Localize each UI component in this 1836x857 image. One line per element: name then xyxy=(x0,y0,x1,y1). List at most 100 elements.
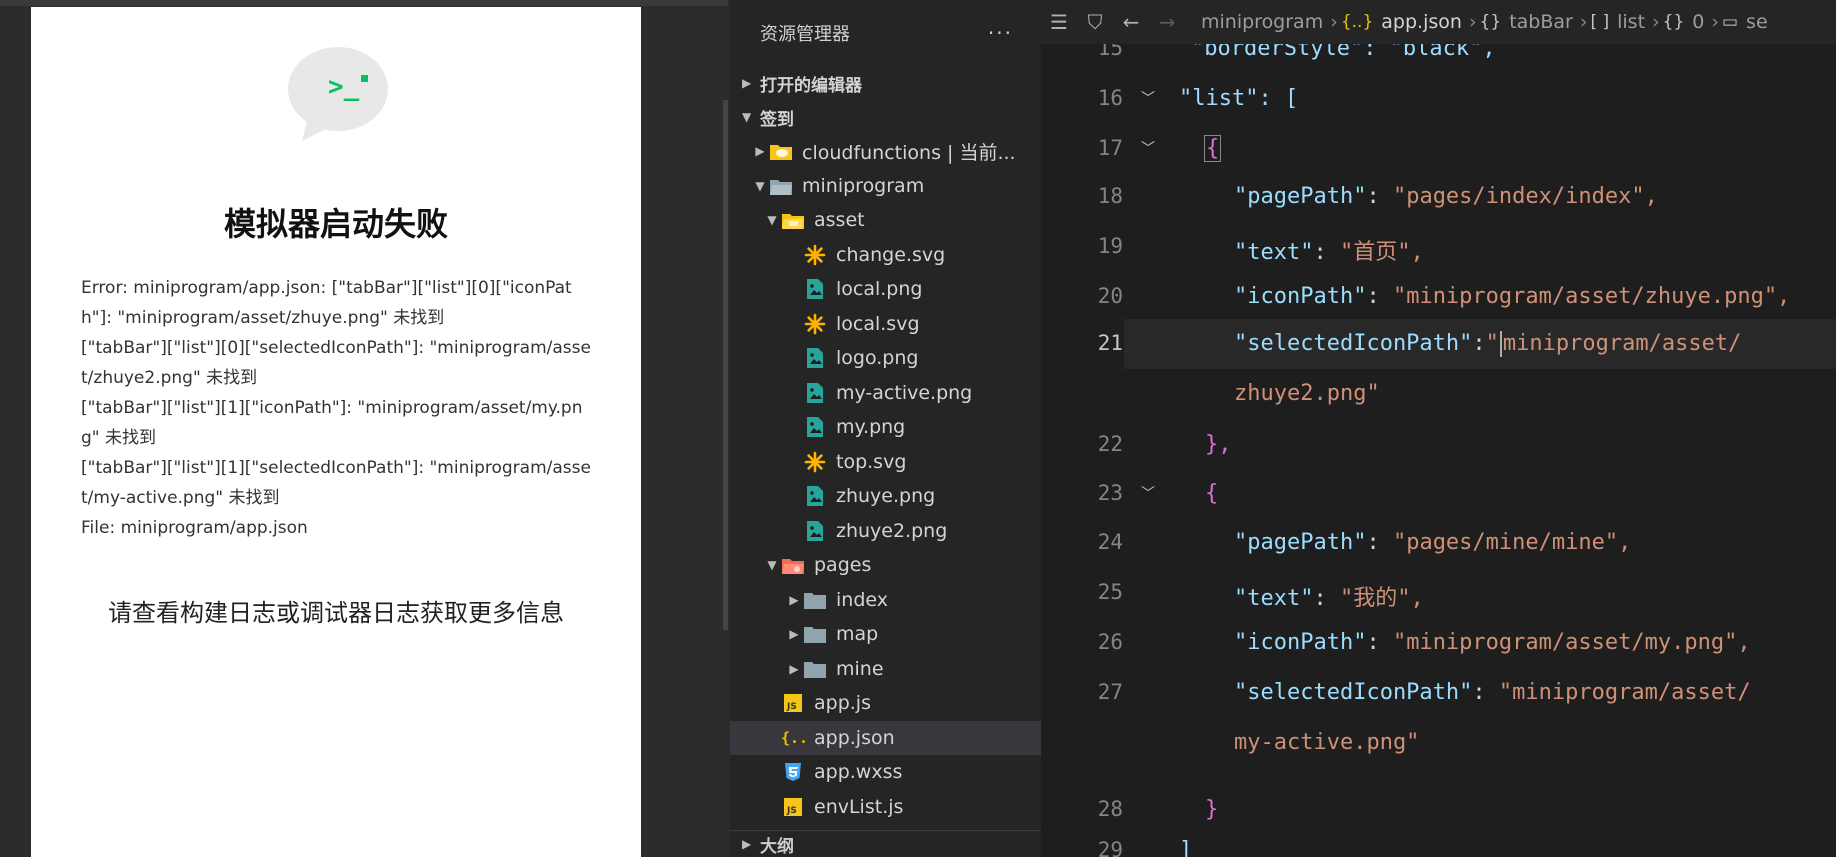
fold-chevron-icon[interactable]: ﹀ xyxy=(1141,88,1155,108)
chevron-down-icon[interactable]: ▼ xyxy=(764,213,780,227)
json-value: zhuye2.png" xyxy=(1234,381,1380,406)
image-file-icon xyxy=(802,382,828,404)
json-key: "pagePath" xyxy=(1234,530,1367,555)
chevron-down-icon[interactable]: ▼ xyxy=(752,179,768,193)
json-key: "iconPath" xyxy=(1234,630,1367,655)
code-line: 17 ﹀ { xyxy=(1041,124,1836,174)
fold-chevron-icon[interactable]: ﹀ xyxy=(1141,483,1155,503)
line-number: 22 xyxy=(1097,432,1123,456)
svg-file-icon xyxy=(802,313,828,335)
editor-toolbar: ☰ ⛉ ← → miniprogram › {..} app.json › {}… xyxy=(1041,0,1836,44)
breadcrumb-index[interactable]: 0 xyxy=(1692,11,1704,33)
explorer-header: 资源管理器 ··· xyxy=(730,0,1041,66)
file-tree-item[interactable]: my-active.png xyxy=(730,376,1041,411)
file-tree-item[interactable]: local.svg xyxy=(730,307,1041,342)
file-tree-item[interactable]: ▶ cloudfunctions | 当前... xyxy=(730,134,1041,169)
code-area[interactable]: 15 "borderStyle": "black", 16 ﹀ "list": … xyxy=(1041,44,1836,857)
file-tree-item[interactable]: ▶ mine xyxy=(730,652,1041,687)
file-tree-item[interactable]: ▼ asset xyxy=(730,203,1041,238)
json-value: miniprogram/asset/ xyxy=(1502,331,1742,356)
fold-chevron-icon[interactable]: ﹀ xyxy=(1141,138,1155,158)
chevron-right-icon: › xyxy=(1330,11,1338,33)
css-file-icon xyxy=(780,761,806,783)
code-line: 23 ﹀ { xyxy=(1041,469,1836,519)
chevron-down-icon[interactable]: ▼ xyxy=(764,558,780,572)
file-tree-label: pages xyxy=(814,554,872,577)
image-file-icon xyxy=(802,347,828,369)
simulator-error-message: Error: miniprogram/app.json: ["tabBar"][… xyxy=(81,273,601,543)
file-tree-item[interactable]: {..} app.json xyxy=(730,720,1041,755)
code-text: { xyxy=(1205,481,1219,506)
json-value: "我的", xyxy=(1339,586,1424,611)
file-tree-item[interactable]: my.png xyxy=(730,410,1041,445)
breadcrumb-field[interactable]: se xyxy=(1746,11,1768,33)
simulator-panel: >_ 模拟器启动失败 Error: miniprogram/app.json: … xyxy=(0,0,728,857)
breadcrumb-file[interactable]: app.json xyxy=(1381,11,1462,33)
svg-text:JS: JS xyxy=(786,806,797,816)
image-file-icon xyxy=(802,485,828,507)
chevron-right-icon[interactable]: ▶ xyxy=(786,662,802,676)
section-project[interactable]: ▼ 签到 xyxy=(730,100,1041,134)
asset-folder-icon xyxy=(780,209,806,231)
explorer-panel: 资源管理器 ··· ▶ 打开的编辑器 ▼ 签到 ▶ cloudfunctions … xyxy=(730,0,1041,857)
breadcrumb-list[interactable]: list xyxy=(1617,11,1645,33)
json-key: "text" xyxy=(1234,240,1314,265)
back-arrow-icon[interactable]: ← xyxy=(1113,10,1149,34)
section-outline[interactable]: ▶ 大纲 xyxy=(730,830,1041,857)
code-line: 26 "iconPath": "miniprogram/asset/my.png… xyxy=(1041,618,1836,668)
code-text: "list": [ xyxy=(1179,86,1299,111)
file-tree-item[interactable]: top.svg xyxy=(730,445,1041,480)
chevron-right-icon[interactable]: ▶ xyxy=(786,593,802,607)
simulator-scrollbar[interactable] xyxy=(723,100,728,630)
breadcrumb-root[interactable]: miniprogram xyxy=(1201,11,1323,33)
section-label: 打开的编辑器 xyxy=(760,75,862,96)
colon: : xyxy=(1313,586,1340,611)
svg-text:{..}: {..} xyxy=(781,729,805,747)
file-tree-item[interactable]: JS app.js xyxy=(730,686,1041,721)
colon: : xyxy=(1366,630,1393,655)
chevron-right-icon[interactable]: ▶ xyxy=(786,627,802,641)
file-tree-label: zhuye.png xyxy=(836,485,936,508)
chevron-right-icon: › xyxy=(1652,11,1660,33)
section-open-editors[interactable]: ▶ 打开的编辑器 xyxy=(730,66,1041,100)
file-tree-item[interactable]: JS envList.js xyxy=(730,790,1041,825)
colon: : xyxy=(1472,331,1486,356)
folder-icon xyxy=(802,623,828,645)
file-tree-item[interactable]: app.wxss xyxy=(730,755,1041,790)
json-value: "miniprogram/asset/my.png", xyxy=(1392,630,1751,655)
file-tree-label: index xyxy=(836,588,888,611)
folder-open-icon xyxy=(768,175,794,197)
forward-arrow-icon[interactable]: → xyxy=(1149,10,1185,34)
more-actions-icon[interactable]: ··· xyxy=(988,21,1013,45)
pages-folder-icon xyxy=(780,554,806,576)
list-icon[interactable]: ☰ xyxy=(1041,10,1077,34)
file-tree-label: logo.png xyxy=(836,347,919,370)
json-value: "pages/index/index", xyxy=(1392,184,1658,209)
file-tree-item[interactable]: logo.png xyxy=(730,341,1041,376)
terminal-bubble-icon: >_ xyxy=(286,45,390,145)
js-file-icon: JS xyxy=(780,692,806,714)
file-tree-item[interactable]: ▶ index xyxy=(730,583,1041,618)
file-tree-label: app.wxss xyxy=(814,761,903,784)
file-tree-label: mine xyxy=(836,657,884,680)
file-tree-label: miniprogram xyxy=(802,174,925,197)
file-tree-item[interactable]: ▶ map xyxy=(730,617,1041,652)
file-tree-item[interactable]: local.png xyxy=(730,272,1041,307)
file-tree-item[interactable]: zhuye2.png xyxy=(730,514,1041,549)
error-line: ["tabBar"]["list"][0]["selectedIconPath"… xyxy=(81,338,591,388)
code-line: 18 "pagePath": "pages/index/index", xyxy=(1041,172,1836,222)
breadcrumb-tabbar[interactable]: tabBar xyxy=(1509,11,1573,33)
file-tree-item[interactable]: change.svg xyxy=(730,238,1041,273)
bookmark-icon[interactable]: ⛉ xyxy=(1077,10,1113,34)
file-tree-item[interactable]: ▼ miniprogram xyxy=(730,169,1041,204)
code-line: 15 "borderStyle": "black", xyxy=(1041,44,1836,74)
chevron-right-icon[interactable]: ▶ xyxy=(752,144,768,158)
image-file-icon xyxy=(802,416,828,438)
file-tree-label: asset xyxy=(814,209,865,232)
json-value: "pages/mine/mine", xyxy=(1392,530,1632,555)
chevron-right-icon: › xyxy=(1579,11,1588,33)
file-tree-label: top.svg xyxy=(836,450,907,473)
code-line-wrap: my-active.png" xyxy=(1041,718,1836,768)
file-tree-item[interactable]: zhuye.png xyxy=(730,479,1041,514)
file-tree-item[interactable]: ▼ pages xyxy=(730,548,1041,583)
